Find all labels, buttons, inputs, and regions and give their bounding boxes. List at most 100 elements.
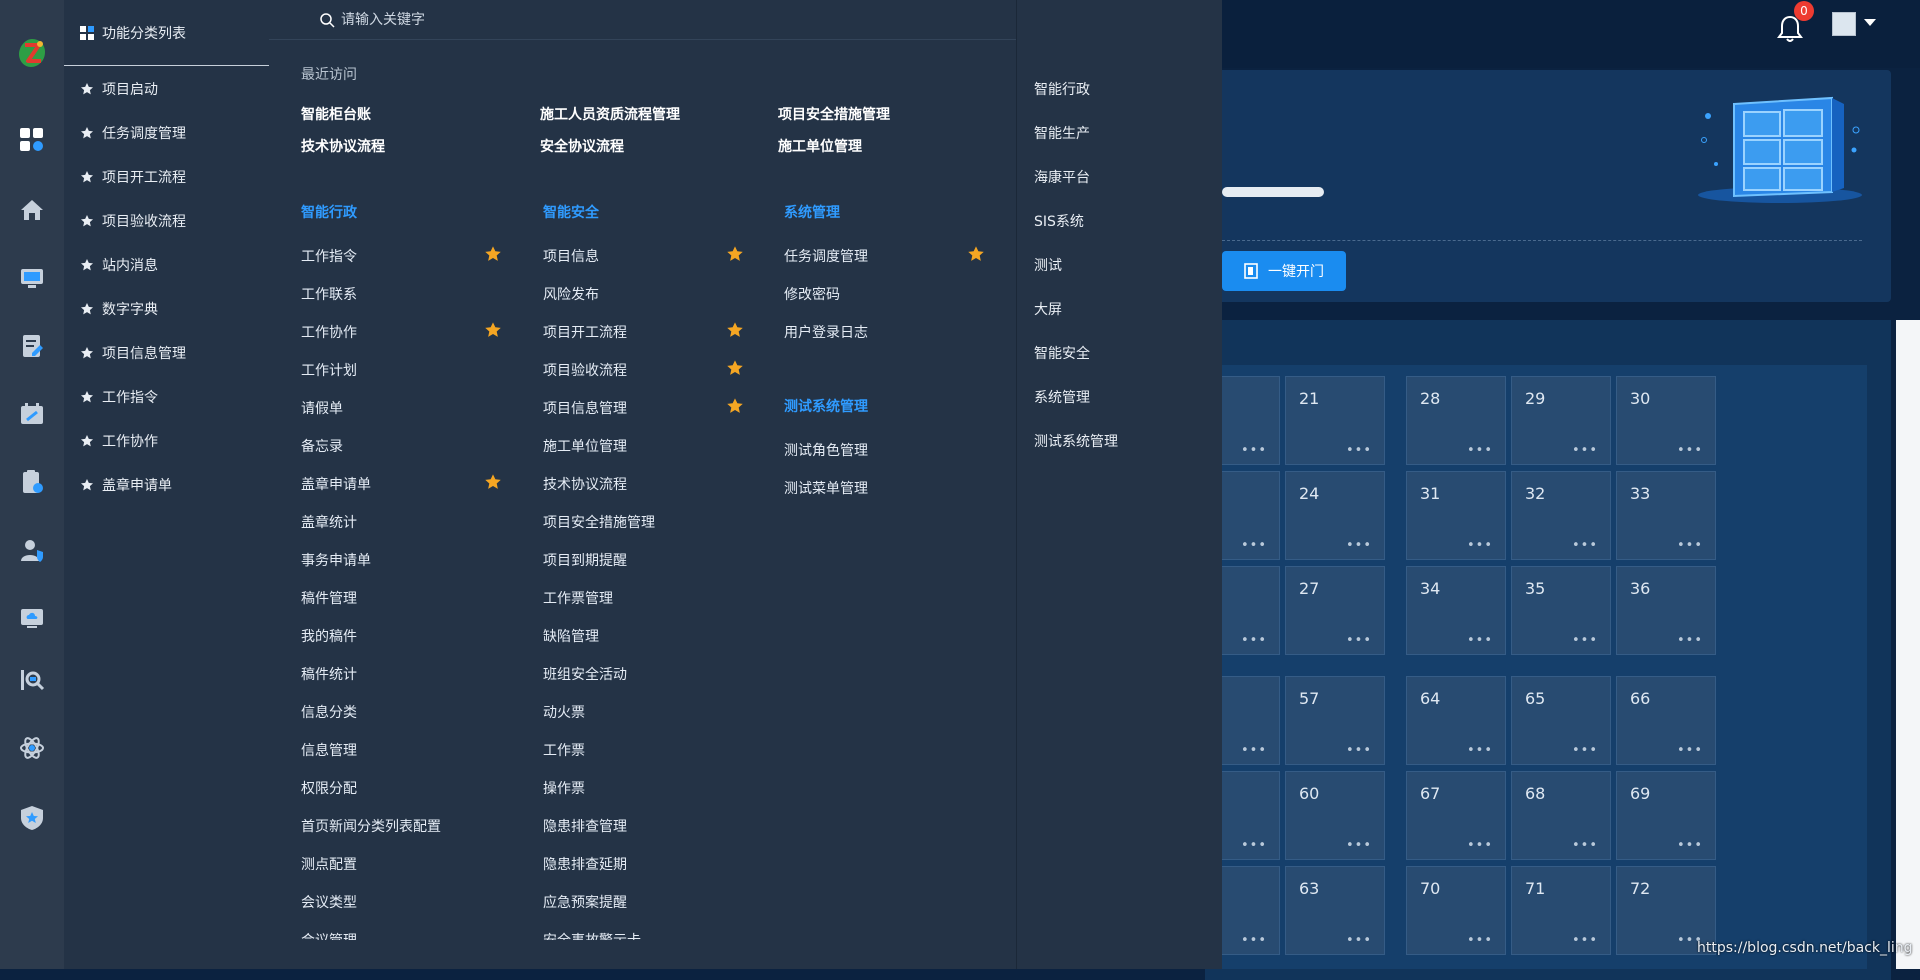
device-tile[interactable]: 24 •••	[1285, 471, 1385, 560]
more-icon[interactable]: •••	[1572, 633, 1598, 648]
more-icon[interactable]: •••	[1467, 633, 1493, 648]
recent-item[interactable]: 施工单位管理	[778, 136, 862, 156]
category-title[interactable]: 测试系统管理	[784, 396, 868, 416]
favorite-star-icon[interactable]	[484, 473, 502, 491]
menu-item[interactable]: 测试角色管理	[784, 440, 868, 460]
category-nav-item[interactable]: 智能生产	[1034, 123, 1090, 143]
favorite-star-icon[interactable]	[726, 321, 744, 339]
more-icon[interactable]: •••	[1572, 743, 1598, 758]
menu-item[interactable]: 工作计划	[301, 360, 357, 380]
more-icon[interactable]: •••	[1572, 443, 1598, 458]
home-icon[interactable]	[18, 196, 46, 224]
menu-item[interactable]: 动火票	[543, 702, 585, 722]
more-icon[interactable]: •••	[1677, 443, 1703, 458]
device-tile[interactable]: 71 •••	[1511, 866, 1611, 955]
atom-icon[interactable]	[18, 734, 46, 762]
menu-item[interactable]: 班组安全活动	[543, 664, 627, 684]
more-icon[interactable]: •••	[1241, 838, 1267, 853]
device-tile[interactable]: 21 •••	[1285, 376, 1385, 465]
menu-item[interactable]: 隐患排查延期	[543, 854, 627, 874]
favorite-item[interactable]: 盖章申请单	[80, 475, 172, 495]
favorite-star-icon[interactable]	[484, 245, 502, 263]
favorite-star-icon[interactable]	[967, 245, 985, 263]
menu-item[interactable]: 我的稿件	[301, 626, 357, 646]
menu-item[interactable]: 信息分类	[301, 702, 357, 722]
more-icon[interactable]: •••	[1346, 633, 1372, 648]
more-icon[interactable]: •••	[1677, 633, 1703, 648]
more-icon[interactable]: •••	[1241, 933, 1267, 948]
device-tile[interactable]: 66 •••	[1616, 676, 1716, 765]
open-door-button[interactable]: 一键开门	[1222, 251, 1346, 291]
menu-item[interactable]: 项目开工流程	[543, 322, 627, 342]
document-edit-icon[interactable]	[18, 332, 46, 360]
favorite-star-icon[interactable]	[726, 245, 744, 263]
menu-item[interactable]: 隐患排查管理	[543, 816, 627, 836]
category-nav-item[interactable]: 大屏	[1034, 299, 1062, 319]
device-tile[interactable]: 34 •••	[1406, 566, 1506, 655]
device-tile[interactable]: 64 •••	[1406, 676, 1506, 765]
menu-item[interactable]: 会议管理	[301, 930, 357, 940]
more-icon[interactable]: •••	[1677, 538, 1703, 553]
favorite-item[interactable]: 项目验收流程	[80, 211, 186, 231]
menu-item[interactable]: 工作指令	[301, 246, 357, 266]
favorite-item[interactable]: 站内消息	[80, 255, 158, 275]
scrollbar[interactable]	[1896, 320, 1920, 969]
menu-item[interactable]: 盖章申请单	[301, 474, 371, 494]
favorite-item[interactable]: 工作协作	[80, 431, 158, 451]
more-icon[interactable]: •••	[1241, 443, 1267, 458]
device-tile[interactable]: 32 •••	[1511, 471, 1611, 560]
device-tile[interactable]: 63 •••	[1285, 866, 1385, 955]
more-icon[interactable]: •••	[1241, 538, 1267, 553]
menu-item[interactable]: 稿件统计	[301, 664, 357, 684]
cloud-screen-icon[interactable]	[18, 604, 46, 632]
menu-item[interactable]: 盖章统计	[301, 512, 357, 532]
menu-item[interactable]: 操作票	[543, 778, 585, 798]
favorite-star-icon[interactable]	[484, 321, 502, 339]
category-title[interactable]: 系统管理	[784, 202, 840, 222]
favorite-item[interactable]: 数字字典	[80, 299, 158, 319]
menu-item[interactable]: 信息管理	[301, 740, 357, 760]
category-title[interactable]: 智能行政	[301, 202, 357, 222]
more-icon[interactable]: •••	[1346, 538, 1372, 553]
more-icon[interactable]: •••	[1467, 443, 1493, 458]
menu-item[interactable]: 工作票	[543, 740, 585, 760]
data-search-icon[interactable]	[18, 666, 46, 694]
more-icon[interactable]: •••	[1241, 743, 1267, 758]
menu-item[interactable]: 风险发布	[543, 284, 599, 304]
device-tile[interactable]: 35 •••	[1511, 566, 1611, 655]
more-icon[interactable]: •••	[1467, 743, 1493, 758]
favorite-item[interactable]: 项目信息管理	[80, 343, 186, 363]
favorite-star-icon[interactable]	[726, 397, 744, 415]
device-tile[interactable]: 31 •••	[1406, 471, 1506, 560]
category-nav-item[interactable]: 智能安全	[1034, 343, 1090, 363]
device-tile[interactable]: 28 •••	[1406, 376, 1506, 465]
more-icon[interactable]: •••	[1467, 838, 1493, 853]
more-icon[interactable]: •••	[1467, 538, 1493, 553]
device-tile[interactable]: 60 •••	[1285, 771, 1385, 860]
favorite-item[interactable]: 项目开工流程	[80, 167, 186, 187]
more-icon[interactable]: •••	[1346, 933, 1372, 948]
menu-item[interactable]: 任务调度管理	[784, 246, 868, 266]
more-icon[interactable]: •••	[1572, 538, 1598, 553]
more-icon[interactable]: •••	[1467, 933, 1493, 948]
category-nav-item[interactable]: 海康平台	[1034, 167, 1090, 187]
more-icon[interactable]: •••	[1346, 443, 1372, 458]
menu-item[interactable]: 项目安全措施管理	[543, 512, 655, 532]
category-nav-item[interactable]: 系统管理	[1034, 387, 1090, 407]
more-icon[interactable]: •••	[1346, 743, 1372, 758]
menu-item[interactable]: 备忘录	[301, 436, 343, 456]
more-icon[interactable]: •••	[1346, 838, 1372, 853]
avatar[interactable]	[1832, 12, 1856, 36]
category-nav-item[interactable]: 智能行政	[1034, 79, 1090, 99]
menu-item[interactable]: 施工单位管理	[543, 436, 627, 456]
caret-down-icon[interactable]	[1864, 19, 1876, 26]
shield-star-icon[interactable]	[18, 804, 46, 832]
more-icon[interactable]: •••	[1241, 633, 1267, 648]
menu-item[interactable]: 缺陷管理	[543, 626, 599, 646]
category-nav-item[interactable]: 测试	[1034, 255, 1062, 275]
recent-item[interactable]: 技术协议流程	[301, 136, 385, 156]
menu-item[interactable]: 权限分配	[301, 778, 357, 798]
menu-item[interactable]: 测试菜单管理	[784, 478, 868, 498]
device-tile[interactable]: 67 •••	[1406, 771, 1506, 860]
more-icon[interactable]: •••	[1677, 743, 1703, 758]
